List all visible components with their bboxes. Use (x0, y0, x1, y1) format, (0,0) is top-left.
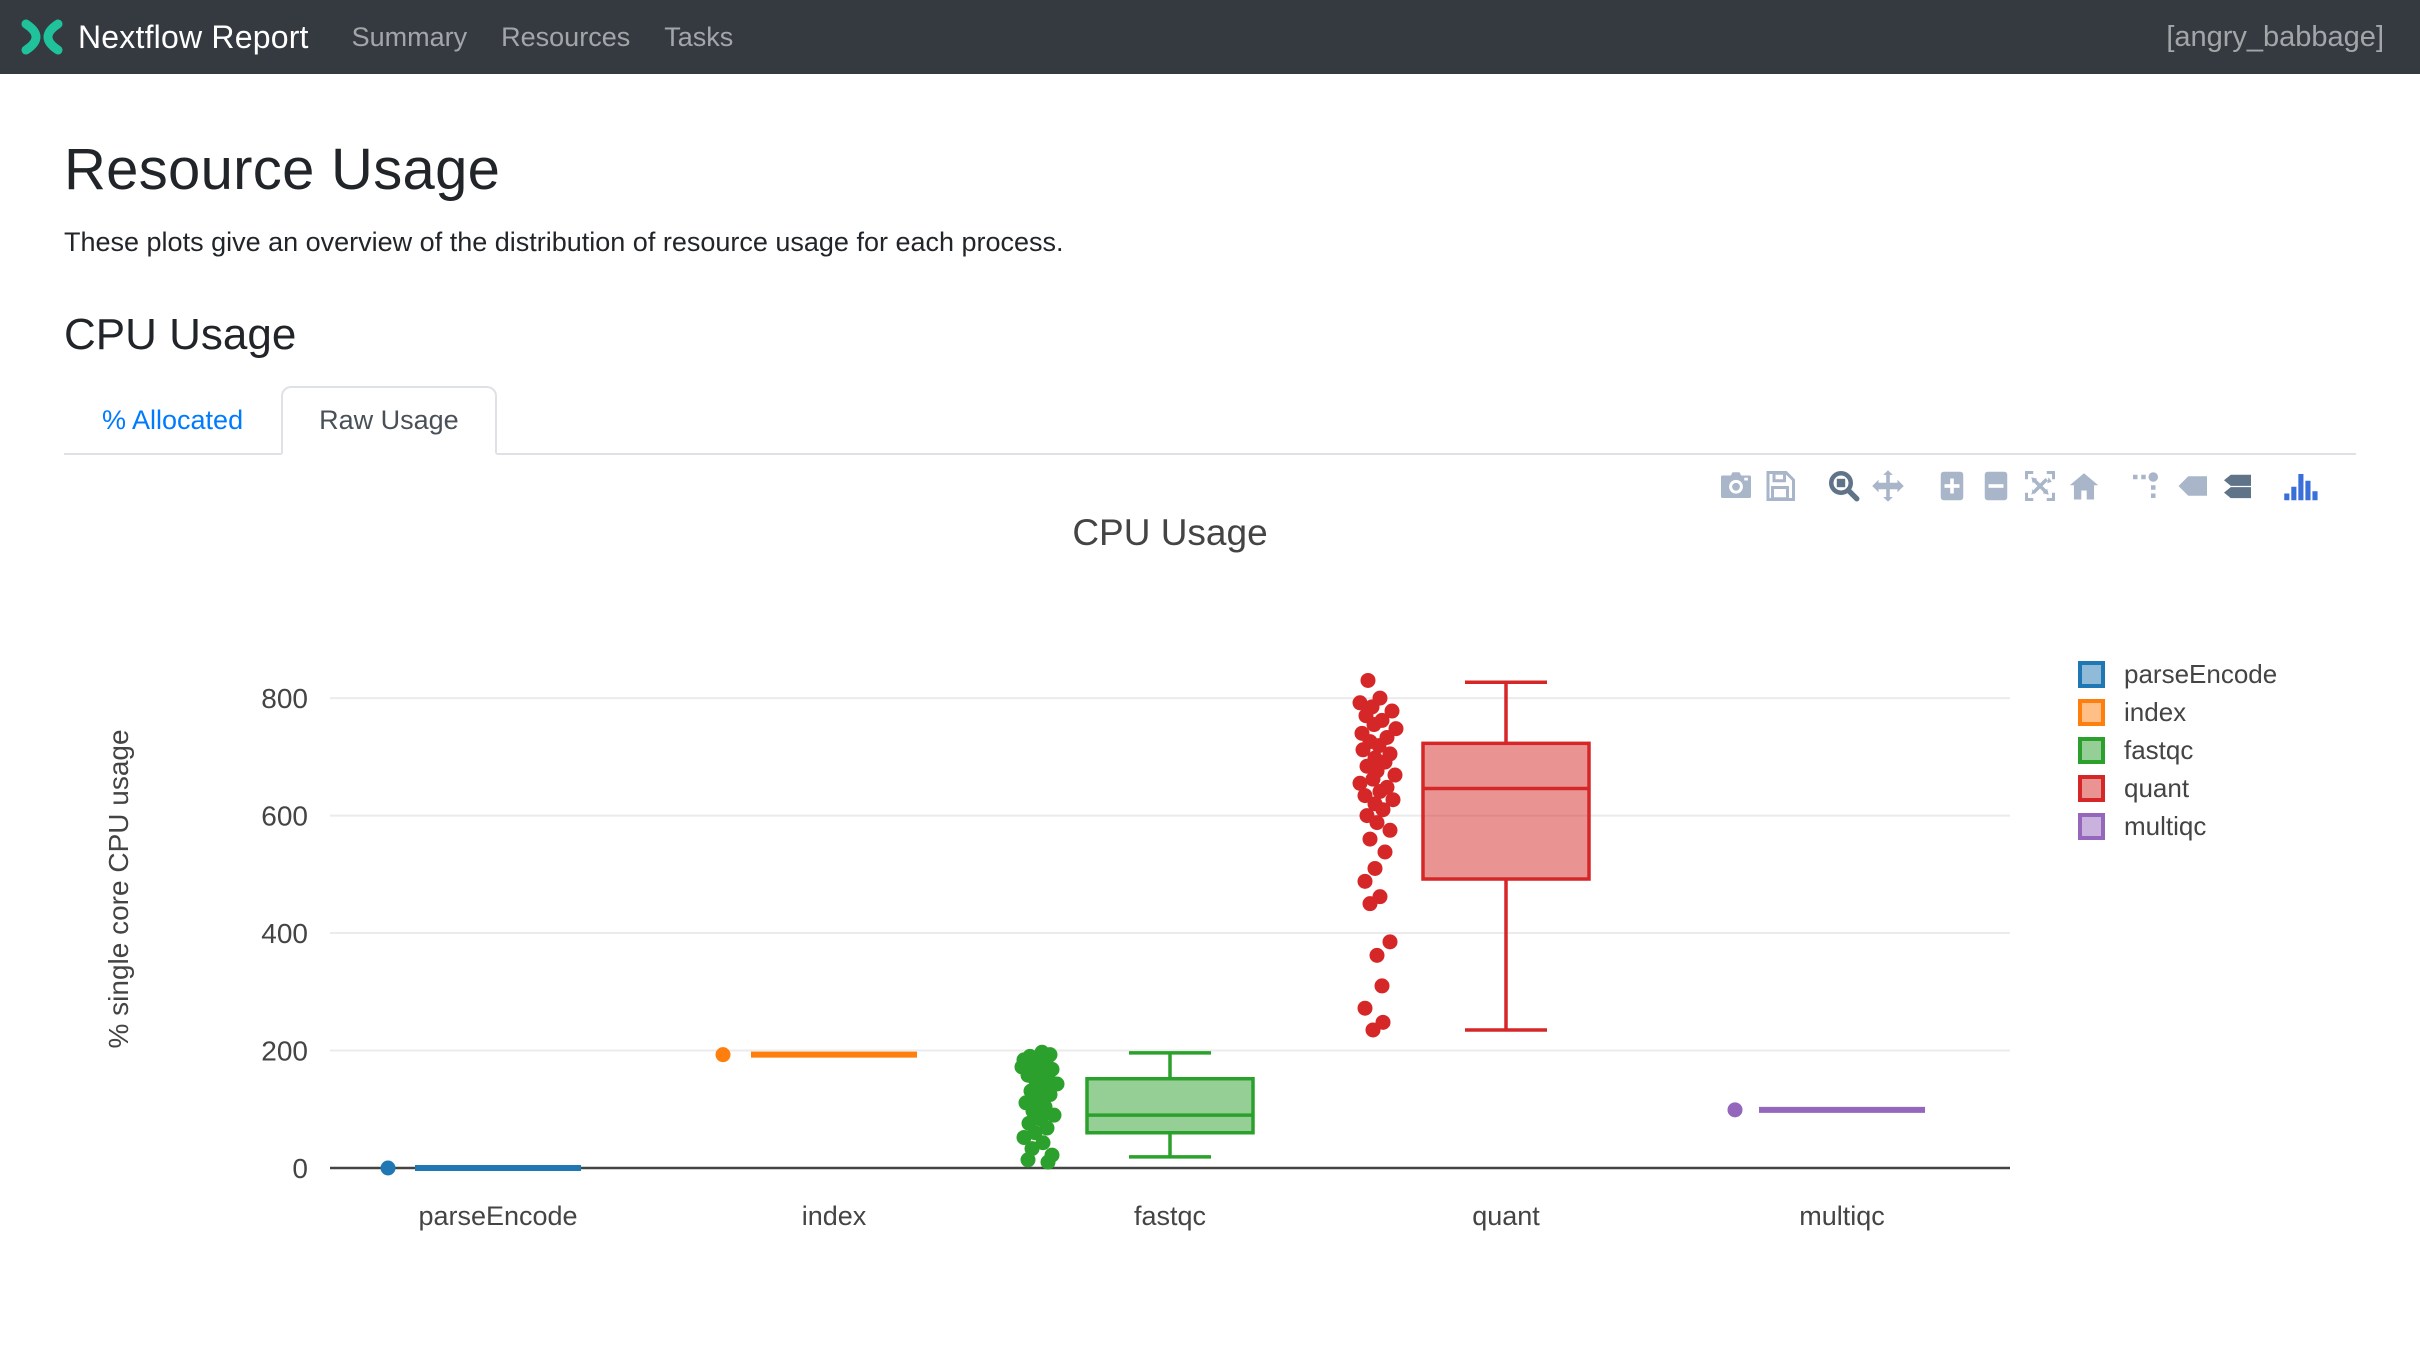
legend-label: quant (2124, 773, 2189, 804)
svg-text:800: 800 (261, 683, 308, 714)
tab-percent-allocated[interactable]: % Allocated (64, 386, 281, 455)
legend-item-quant[interactable]: quant (2078, 769, 2277, 807)
svg-text:200: 200 (261, 1036, 308, 1067)
legend-item-fastqc[interactable]: fastqc (2078, 731, 2277, 769)
page-subtitle: These plots give an overview of the dist… (64, 227, 2356, 258)
chart-legend: parseEncode index fastqc quant multiqc (2078, 655, 2277, 845)
svg-text:400: 400 (261, 918, 308, 949)
navbar: Nextflow Report Summary Resources Tasks … (0, 0, 2420, 74)
camera-icon[interactable] (1714, 465, 1758, 507)
save-icon[interactable] (1758, 465, 1802, 507)
cpu-usage-chart: 0 200 400 600 800 CPU Usage % single core CPU … (0, 455, 2420, 1317)
nav-link-summary[interactable]: Summary (335, 22, 485, 53)
legend-label: multiqc (2124, 811, 2206, 842)
page-title: Resource Usage (64, 136, 2356, 203)
nav-link-resources[interactable]: Resources (484, 22, 647, 53)
cpu-usage-plot-canvas[interactable]: 0 200 400 600 800 CPU Usage % single core CPU … (0, 455, 2420, 1317)
legend-swatch-icon (2078, 737, 2105, 764)
legend-item-multiqc[interactable]: multiqc (2078, 807, 2277, 845)
legend-swatch-icon (2078, 813, 2105, 840)
svg-text:0: 0 (292, 1153, 308, 1184)
tab-raw-usage[interactable]: Raw Usage (281, 386, 497, 455)
zoom-in-icon[interactable] (1930, 465, 1974, 507)
session-name: [angry_babbage] (2166, 21, 2384, 54)
legend-item-index[interactable]: index (2078, 693, 2277, 731)
spikelines-icon[interactable] (2126, 465, 2170, 507)
plotly-logo-icon[interactable] (2278, 465, 2322, 507)
legend-item-parseEncode[interactable]: parseEncode (2078, 655, 2277, 693)
svg-text:CPU Usage: CPU Usage (1072, 512, 1267, 553)
zoom-out-icon[interactable] (1974, 465, 2018, 507)
hover-compare-icon[interactable] (2214, 465, 2258, 507)
plotly-modebar (1694, 465, 2322, 507)
cpu-usage-heading: CPU Usage (64, 310, 2356, 360)
svg-text:600: 600 (261, 801, 308, 832)
svg-text:% single core CPU usage: % single core CPU usage (103, 729, 134, 1048)
svg-text:index: index (802, 1201, 867, 1231)
legend-swatch-icon (2078, 699, 2105, 726)
legend-label: parseEncode (2124, 659, 2277, 690)
legend-label: fastqc (2124, 735, 2193, 766)
nextflow-logo-icon (20, 17, 64, 57)
legend-label: index (2124, 697, 2186, 728)
cpu-usage-tabs: % Allocated Raw Usage (64, 386, 2356, 455)
autoscale-icon[interactable] (2018, 465, 2062, 507)
brand-title: Nextflow Report (78, 19, 309, 56)
home-icon[interactable] (2062, 465, 2106, 507)
pan-icon[interactable] (1866, 465, 1910, 507)
hover-closest-icon[interactable] (2170, 465, 2214, 507)
nav-links: Summary Resources Tasks (335, 22, 751, 53)
zoom-icon[interactable] (1822, 465, 1866, 507)
nav-link-tasks[interactable]: Tasks (647, 22, 750, 53)
legend-swatch-icon (2078, 775, 2105, 802)
svg-text:parseEncode: parseEncode (418, 1201, 577, 1231)
svg-text:fastqc: fastqc (1134, 1201, 1206, 1231)
legend-swatch-icon (2078, 661, 2105, 688)
svg-text:multiqc: multiqc (1799, 1201, 1885, 1231)
svg-text:quant: quant (1472, 1201, 1540, 1231)
